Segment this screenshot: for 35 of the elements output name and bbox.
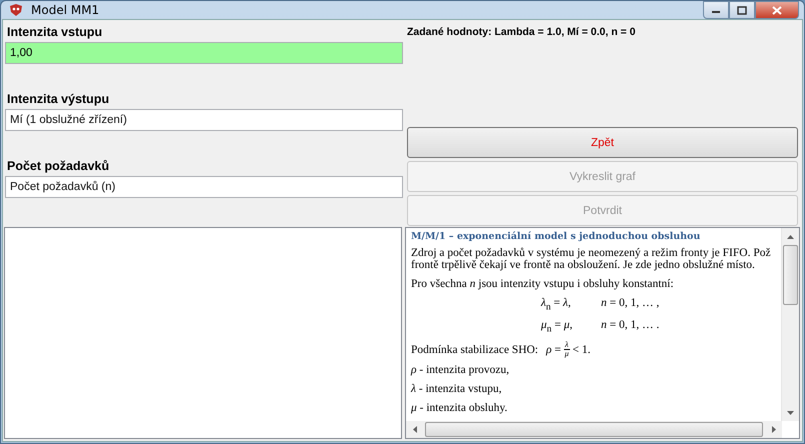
minimize-button[interactable] xyxy=(703,1,729,19)
equation-text: λ$_{n}$ = λ, xyxy=(541,297,572,311)
scroll-up-icon[interactable] xyxy=(787,234,794,238)
field-label: Počet požadavků xyxy=(6,158,110,175)
condition-text: Podmínka stabilizace SHO: xyxy=(411,344,538,356)
maximize-button[interactable] xyxy=(729,1,755,19)
vertical-scrollbar[interactable] xyxy=(781,228,799,421)
equation-text: n = 0, 1, … . xyxy=(601,319,660,333)
input-field[interactable]: 1,00 xyxy=(5,42,403,64)
equation-text: μ$_{n}$ = μ, xyxy=(541,319,574,333)
scroll-left-icon[interactable] xyxy=(412,426,416,433)
formula-text: ρ = xyxy=(546,344,562,356)
field-label: Intenzita vstupu xyxy=(6,24,104,41)
input-field[interactable]: Mí (1 obslužné zřízení) xyxy=(5,109,403,131)
app-icon xyxy=(9,4,23,16)
close-icon xyxy=(772,6,782,14)
maximize-icon xyxy=(737,6,747,14)
horizontal-scrollbar[interactable] xyxy=(406,421,782,438)
formula-text: < 1. xyxy=(572,344,590,356)
paragraph: λ - intenzita vstupu, xyxy=(411,383,503,395)
fraction: λ μ xyxy=(564,341,570,358)
paragraph: ρ - intenzita provozu, xyxy=(411,364,510,376)
paragraph: μ - intenzita obsluhy. xyxy=(411,402,508,414)
paragraph: Pro všechna n jsou intenzity vstupu i obsluhy konstantní: xyxy=(411,278,675,290)
paragraph: Zdroj a počet požadavků v systému je neomezený a režim fronty je FIFO. Pož frontě trpělivě čekají ve frontě na obsloužení. Je zde jedno obslužné místo. xyxy=(411,247,772,271)
window-title: Model MM1 xyxy=(31,3,100,17)
scroll-right-icon[interactable] xyxy=(772,426,776,433)
close-button[interactable] xyxy=(755,1,799,19)
field-label: Intenzita výstupu xyxy=(6,91,110,108)
button[interactable]: Zpět xyxy=(407,127,798,158)
input-field[interactable]: Počet požadavků (n) xyxy=(5,176,403,198)
scroll-down-icon[interactable] xyxy=(787,410,794,414)
entered-values-text: Zadané hodnoty: Lambda = 1.0, Mí = 0.0, n = 0 xyxy=(407,26,636,40)
document-heading: M/M/1 – exponenciální model s jednoduchou obsluhou xyxy=(411,231,702,242)
equation-text: n = 0, 1, … , xyxy=(601,297,660,311)
